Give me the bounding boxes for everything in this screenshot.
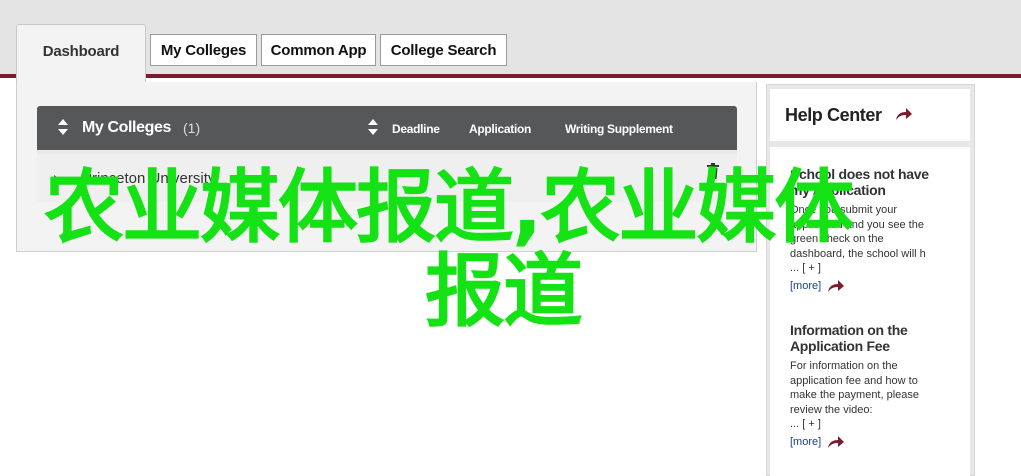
help-article-expand[interactable]: ... [ + ] [790,417,960,432]
deadline-sort-icon[interactable] [368,119,378,135]
column-deadline[interactable]: Deadline [392,122,440,136]
tab-college-search[interactable]: College Search [380,34,507,66]
help-article-text-line: Once you submit your [790,204,897,216]
help-article-text-line: dashboard, the school will h [790,247,926,260]
curved-arrow-icon[interactable] [826,435,845,449]
tab-common-app-label: Common App [270,41,367,59]
help-article-text-line: For information on the [790,360,898,372]
help-article-title-line: Information on the [790,322,908,338]
help-articles: School does not have my Application Once… [770,147,970,476]
column-writing-supplement[interactable]: Writing Supplement [565,122,673,136]
expand-arrow-icon[interactable] [54,175,61,185]
help-article: School does not have my Application Once… [790,166,960,293]
help-article-title-line: my Application [790,182,886,198]
help-article-text-line: application fee and how to [790,374,918,387]
help-center-header: Help Center [770,89,970,141]
help-center-title[interactable]: Help Center [785,105,882,126]
help-article-title[interactable]: Information on the Application Fee [790,322,960,354]
help-article-text: Once you submit your application and you… [790,203,960,276]
help-article-text-line: green check on the [790,233,884,245]
curved-arrow-icon[interactable] [894,107,912,121]
help-article-title-line: School does not have [790,166,929,182]
column-application[interactable]: Application [469,122,531,136]
my-colleges-table: My Colleges (1) Deadline Application Wri… [37,106,737,202]
help-article-text-line: application and you see the [790,218,924,231]
tab-my-colleges-label: My Colleges [160,41,247,59]
help-article-expand[interactable]: ... [ + ] [790,261,960,276]
help-article-title[interactable]: School does not have my Application [790,166,960,198]
more-link[interactable]: [more] [790,436,821,448]
watermark-text-line2: 报道 [425,245,583,338]
help-article-text-line: make the payment, please [790,389,920,401]
trash-icon[interactable] [707,163,719,179]
my-colleges-header: My Colleges (1) Deadline Application Wri… [37,106,737,150]
tab-dashboard-label: Dashboard [42,43,120,60]
tab-college-search-label: College Search [390,41,497,59]
sort-icon[interactable] [58,119,68,135]
more-link[interactable]: [more] [790,280,821,292]
tab-common-app[interactable]: Common App [261,34,376,66]
curved-arrow-icon[interactable] [826,279,845,293]
my-colleges-title: My Colleges [82,119,171,136]
my-colleges-count: (1) [183,120,201,136]
tab-dashboard[interactable]: Dashboard [16,24,146,82]
help-article-title-line: Application Fee [790,338,890,354]
help-article-text-line: review the video: [790,403,873,416]
tab-my-colleges[interactable]: My Colleges [150,34,257,66]
help-article: Information on the Application Fee For i… [790,322,960,449]
college-name[interactable]: Princeton University [82,170,215,187]
nav-accent-line [0,74,1021,78]
help-article-text: For information on the application fee a… [790,359,960,432]
table-row[interactable]: Princeton University [37,154,737,202]
